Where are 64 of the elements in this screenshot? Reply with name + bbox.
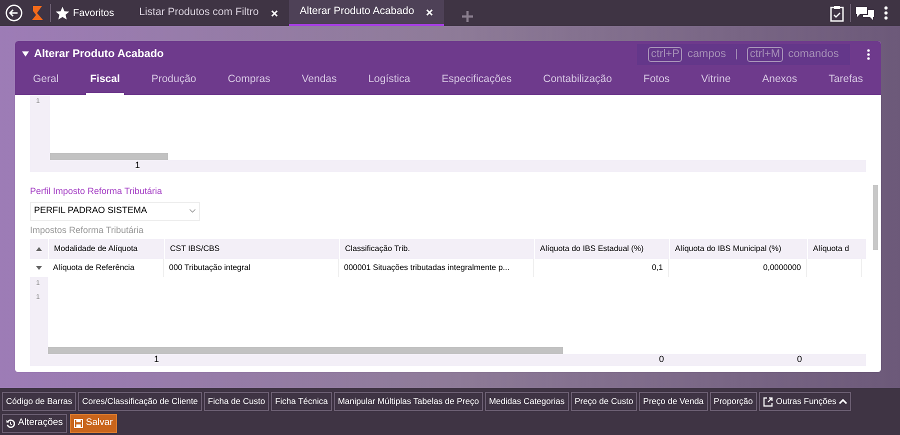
- table-cell: 0,1: [534, 259, 669, 277]
- table-cell: Alíquota de Referência: [48, 259, 164, 277]
- footer-total: 0: [796, 353, 803, 366]
- expand-row-icon[interactable]: [36, 266, 42, 270]
- panel-title: Alterar Produto Acabado: [34, 46, 164, 62]
- more-options-icon[interactable]: [884, 6, 888, 20]
- shortcut-label: campos: [687, 46, 726, 62]
- history-icon: [6, 419, 15, 428]
- scrollbar[interactable]: [50, 153, 168, 160]
- separator-text: |: [734, 46, 738, 62]
- sort-up-icon[interactable]: [36, 247, 42, 251]
- shortcut-key: ctrl+M: [746, 46, 784, 62]
- tab[interactable]: Tarefas: [824, 67, 867, 95]
- history-button[interactable]: Alterações: [2, 414, 67, 433]
- tab[interactable]: Geral: [29, 67, 63, 95]
- scrollbar[interactable]: [48, 347, 563, 354]
- tab[interactable]: Alterar Produto Acabado: [288, 0, 444, 26]
- function-button[interactable]: Cores/Classificação de Cliente: [78, 392, 202, 411]
- chevron-down-icon: [189, 209, 196, 213]
- section-label: Impostos Reforma Tributária: [30, 224, 145, 237]
- function-button[interactable]: Preço de Venda: [639, 392, 708, 411]
- function-button[interactable]: Manipular Múltiplas Tabelas de Preço: [334, 392, 483, 411]
- tab[interactable]: Especificações: [438, 67, 516, 95]
- tab[interactable]: Logística: [364, 67, 414, 95]
- shortcut-key: ctrl+P: [648, 46, 682, 62]
- function-button[interactable]: Código de Barras: [2, 392, 76, 411]
- save-button[interactable]: Salvar: [70, 414, 117, 433]
- tab[interactable]: Listar Produtos com Filtro: [128, 0, 289, 26]
- tab[interactable]: Produção: [147, 67, 200, 95]
- tab[interactable]: Fotos: [639, 67, 674, 95]
- function-button[interactable]: Outras Funções: [758, 392, 852, 411]
- external-link-icon: [762, 396, 773, 406]
- function-button[interactable]: Ficha de Custo: [204, 392, 270, 411]
- shortcut-label: comandos: [788, 46, 839, 62]
- footer-total: 1: [152, 353, 160, 366]
- tab[interactable]: Vitrine: [697, 67, 735, 95]
- function-button[interactable]: Ficha Técnica: [271, 392, 332, 411]
- logo-icon[interactable]: [31, 5, 45, 21]
- footer-total: 0: [658, 353, 665, 366]
- dropdown[interactable]: PERFIL PADRAO SISTEMA: [30, 202, 200, 220]
- favorites-link[interactable]: Favoritos: [73, 6, 114, 20]
- field-label: Perfil Imposto Reforma Tributária: [30, 185, 164, 198]
- more-options-icon[interactable]: [867, 48, 870, 60]
- back-icon[interactable]: [5, 4, 23, 22]
- function-button[interactable]: Proporção: [710, 392, 757, 411]
- function-button[interactable]: Medidas Categorias: [484, 392, 569, 411]
- tab[interactable]: Compras: [224, 67, 274, 95]
- add-tab-icon[interactable]: [462, 10, 474, 22]
- table-cell: 000 Tributação integral: [164, 259, 339, 277]
- chevron-up-icon: [839, 399, 848, 404]
- clipboard-check-icon[interactable]: [830, 4, 844, 22]
- tab[interactable]: Contabilização: [539, 67, 616, 95]
- close-icon[interactable]: [426, 8, 434, 16]
- footer-total: 1: [134, 159, 140, 172]
- tab[interactable]: Anexos: [758, 67, 802, 95]
- tab[interactable]: Vendas: [298, 67, 341, 95]
- scrollbar[interactable]: [873, 185, 878, 250]
- function-button[interactable]: Preço de Custo: [570, 392, 638, 411]
- collapse-icon[interactable]: [22, 51, 29, 57]
- close-icon[interactable]: [270, 10, 278, 16]
- table-cell: 0,0000000: [669, 259, 807, 277]
- chat-icon[interactable]: [856, 6, 874, 20]
- star-icon[interactable]: [55, 6, 70, 20]
- table-cell: 000001 Situações tributadas integralmente p...: [339, 259, 534, 277]
